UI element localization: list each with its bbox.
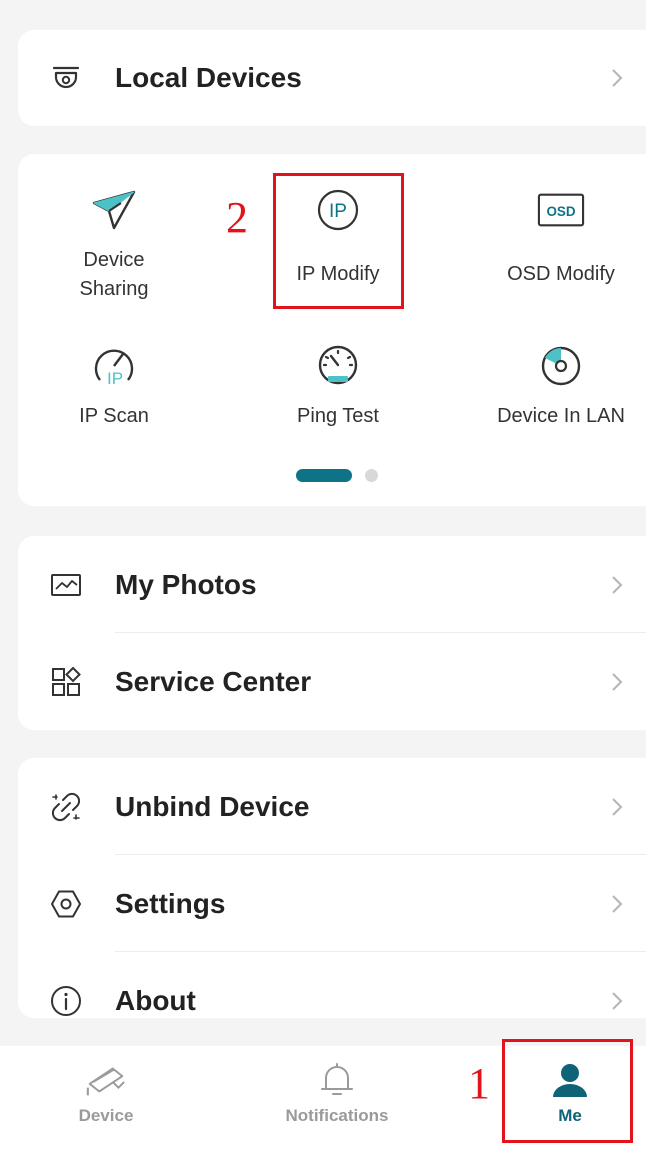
unlink-icon <box>50 791 82 823</box>
chevron-right-icon <box>608 574 626 596</box>
tab-device[interactable]: Device <box>26 1046 186 1146</box>
cctv-camera-icon <box>50 62 82 94</box>
tool-label: OSD Modify <box>507 263 615 285</box>
photo-icon <box>50 569 82 601</box>
local-devices-label: Local Devices <box>115 62 302 93</box>
tool-ping-test[interactable]: Ping Test <box>248 342 428 431</box>
about-label: About <box>115 984 196 1016</box>
settings-label: Settings <box>115 887 226 919</box>
annotation-number: 2 <box>226 193 248 242</box>
svg-text:IP: IP <box>107 369 123 388</box>
tab-label: Notifications <box>285 1106 389 1125</box>
tool-device-in-lan[interactable]: Device In LAN <box>471 342 646 431</box>
my-photos-label: My Photos <box>115 568 257 600</box>
local-devices-card: Local Devices <box>18 30 646 126</box>
my-photos-row[interactable]: My Photos <box>18 536 646 633</box>
service-center-label: Service Center <box>115 665 312 697</box>
tool-ip-scan[interactable]: IP IP Scan <box>24 342 204 431</box>
page-dot[interactable] <box>365 469 378 482</box>
annotation-box-ip-modify <box>273 173 404 309</box>
tool-label: Ping Test <box>297 405 379 427</box>
settings-row[interactable]: Settings <box>18 855 646 952</box>
unbind-device-label: Unbind Device <box>115 790 310 822</box>
hexagon-settings-icon <box>50 888 82 920</box>
chevron-right-icon <box>608 990 626 1012</box>
tool-osd-modify[interactable]: OSD OSD Modify <box>471 186 646 289</box>
speedometer-icon <box>314 342 362 390</box>
bell-icon <box>315 1058 359 1102</box>
tab-label: Device <box>78 1106 134 1125</box>
ip-scan-icon: IP <box>90 342 138 390</box>
paper-plane-icon <box>90 186 138 234</box>
grid-apps-icon <box>50 666 82 698</box>
tool-label: Device Sharing <box>79 249 149 300</box>
tab-notifications[interactable]: Notifications <box>257 1046 417 1146</box>
chevron-right-icon <box>608 796 626 818</box>
local-devices-row[interactable]: Local Devices <box>18 30 646 126</box>
osd-icon: OSD <box>537 186 585 234</box>
service-center-row[interactable]: Service Center <box>18 633 646 730</box>
tool-device-sharing[interactable]: Device Sharing <box>24 186 204 304</box>
tool-label: Device In LAN <box>497 405 625 427</box>
chevron-right-icon <box>608 67 626 89</box>
tool-label: IP Scan <box>79 405 149 427</box>
annotation-box-me-tab <box>502 1039 633 1143</box>
unbind-device-row[interactable]: Unbind Device <box>18 758 646 855</box>
chevron-right-icon <box>608 893 626 915</box>
page-dot-active[interactable] <box>296 469 352 482</box>
info-icon <box>50 985 82 1017</box>
annotation-number: 1 <box>468 1059 490 1108</box>
manage-card: Unbind Device Settings About <box>18 758 646 1018</box>
camera-icon <box>84 1058 128 1102</box>
svg-text:OSD: OSD <box>546 204 575 219</box>
radar-icon <box>537 342 585 390</box>
media-card: My Photos Service Center <box>18 536 646 730</box>
about-row[interactable]: About <box>18 952 646 1049</box>
chevron-right-icon <box>608 671 626 693</box>
page-indicator <box>296 468 396 482</box>
